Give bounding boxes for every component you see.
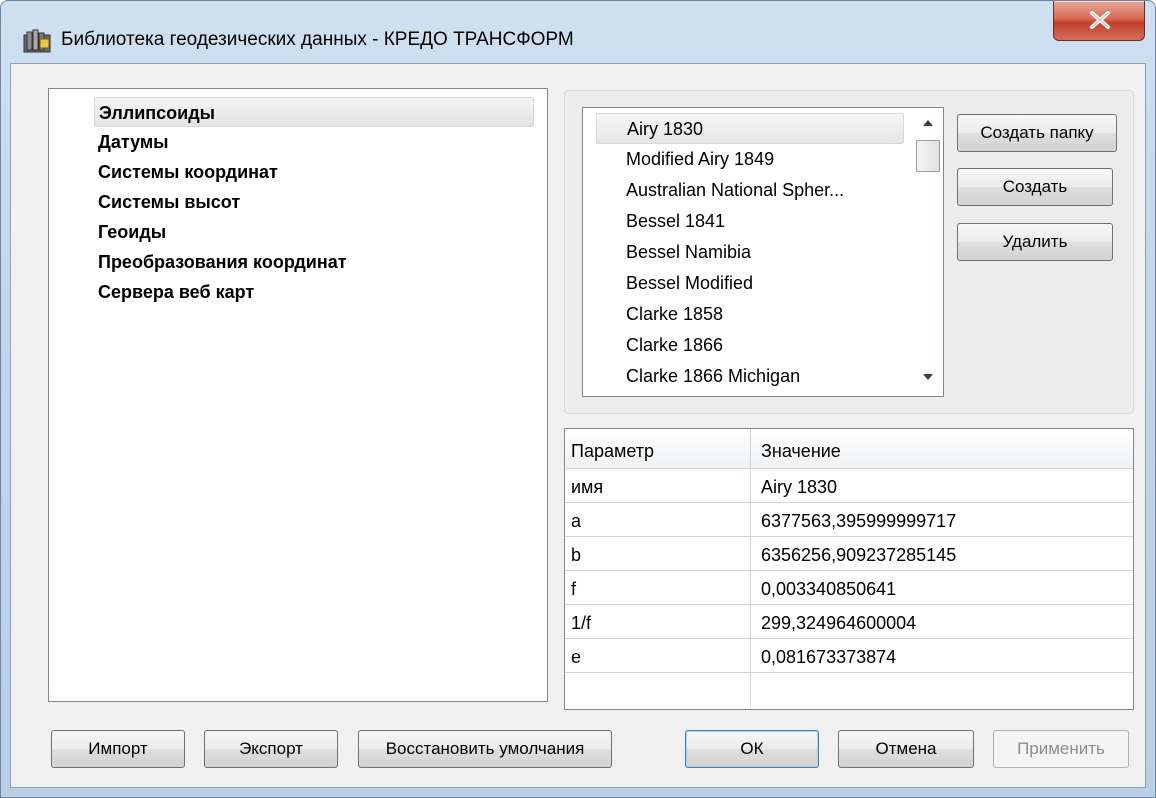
triangle-up-icon bbox=[923, 120, 933, 126]
param-name-cell: b bbox=[571, 545, 582, 565]
column-header-parameter[interactable]: Параметр bbox=[565, 429, 654, 469]
list-item[interactable]: Clarke 1858 bbox=[596, 299, 904, 330]
library-icon bbox=[23, 29, 51, 53]
triangle-down-icon bbox=[923, 374, 933, 380]
table-row[interactable]: e 0,081673373874 bbox=[565, 639, 1133, 673]
tree-item-geoids[interactable]: Геоиды bbox=[94, 217, 166, 247]
tree-item-coordinate-systems[interactable]: Системы координат bbox=[94, 157, 278, 187]
tree-item-height-systems[interactable]: Системы высот bbox=[94, 187, 240, 217]
restore-defaults-button[interactable]: Восстановить умолчания bbox=[358, 730, 612, 768]
list-item[interactable]: Airy 1830 bbox=[596, 113, 904, 144]
param-value-cell[interactable]: 6356256,909237285145 bbox=[755, 537, 956, 571]
close-icon bbox=[1090, 11, 1110, 29]
scroll-thumb[interactable] bbox=[916, 140, 940, 172]
scroll-up-arrow[interactable] bbox=[913, 112, 943, 134]
param-value-cell[interactable]: 299,324964600004 bbox=[755, 605, 916, 639]
list-item[interactable]: Clarke 1866 Michigan bbox=[596, 361, 904, 392]
table-row[interactable]: имя Airy 1830 bbox=[565, 469, 1133, 503]
create-folder-button[interactable]: Создать папку bbox=[957, 114, 1117, 152]
param-name-cell: e bbox=[571, 647, 582, 667]
ok-button[interactable]: ОК bbox=[685, 730, 819, 768]
list-item[interactable]: Australian National Spher... bbox=[596, 175, 904, 206]
param-value-cell[interactable]: Airy 1830 bbox=[755, 469, 837, 503]
table-row[interactable]: f 0,003340850641 bbox=[565, 571, 1133, 605]
title-bar[interactable]: Библиотека геодезических данных - КРЕДО … bbox=[1, 1, 1155, 63]
parameters-grid[interactable]: Параметр Значение имя Airy 1830 a 637756… bbox=[564, 428, 1134, 710]
close-button[interactable] bbox=[1053, 1, 1145, 41]
param-name-cell: a bbox=[571, 511, 582, 531]
param-name-cell: f bbox=[571, 579, 577, 599]
list-item[interactable]: Modified Airy 1849 bbox=[596, 144, 904, 175]
param-value-cell[interactable]: 6377563,395999999717 bbox=[755, 503, 956, 537]
list-item[interactable]: Bessel Namibia bbox=[596, 237, 904, 268]
list-item[interactable]: Bessel Modified bbox=[596, 268, 904, 299]
export-button[interactable]: Экспорт bbox=[204, 730, 338, 768]
tree-item-ellipsoids[interactable]: Эллипсоиды bbox=[94, 97, 534, 127]
category-tree[interactable]: Эллипсоиды Датумы Системы координат Сист… bbox=[48, 88, 548, 702]
tree-item-web-map-servers[interactable]: Сервера веб карт bbox=[94, 277, 254, 307]
tree-item-coordinate-transformations[interactable]: Преобразования координат bbox=[94, 247, 347, 277]
window-title: Библиотека геодезических данных - КРЕДО … bbox=[61, 29, 574, 50]
create-button[interactable]: Создать bbox=[957, 168, 1113, 206]
dialog-window: Библиотека геодезических данных - КРЕДО … bbox=[0, 0, 1156, 798]
apply-button: Применить bbox=[993, 730, 1129, 768]
list-item[interactable]: Bessel 1841 bbox=[596, 206, 904, 237]
scroll-down-arrow[interactable] bbox=[913, 366, 943, 388]
table-row[interactable]: 1/f 299,324964600004 bbox=[565, 605, 1133, 639]
column-header-value[interactable]: Значение bbox=[755, 429, 841, 469]
param-value-cell[interactable]: 0,003340850641 bbox=[755, 571, 896, 605]
tree-item-datums[interactable]: Датумы bbox=[94, 127, 169, 157]
delete-button[interactable]: Удалить bbox=[957, 223, 1113, 261]
param-value-cell[interactable]: 0,081673373874 bbox=[755, 639, 896, 673]
ellipsoid-listbox[interactable]: Airy 1830 Modified Airy 1849 Australian … bbox=[582, 107, 944, 397]
cancel-button[interactable]: Отмена bbox=[838, 730, 974, 768]
table-row[interactable]: a 6377563,395999999717 bbox=[565, 503, 1133, 537]
dialog-client-area: Эллипсоиды Датумы Системы координат Сист… bbox=[10, 63, 1146, 788]
grid-header: Параметр Значение bbox=[565, 429, 1133, 469]
param-name-cell: 1/f bbox=[571, 613, 592, 633]
table-row[interactable]: b 6356256,909237285145 bbox=[565, 537, 1133, 571]
list-item[interactable]: Clarke 1866 bbox=[596, 330, 904, 361]
column-divider bbox=[750, 429, 751, 709]
param-name-cell: имя bbox=[571, 477, 604, 497]
import-button[interactable]: Импорт bbox=[51, 730, 185, 768]
list-scrollbar[interactable] bbox=[913, 108, 943, 396]
